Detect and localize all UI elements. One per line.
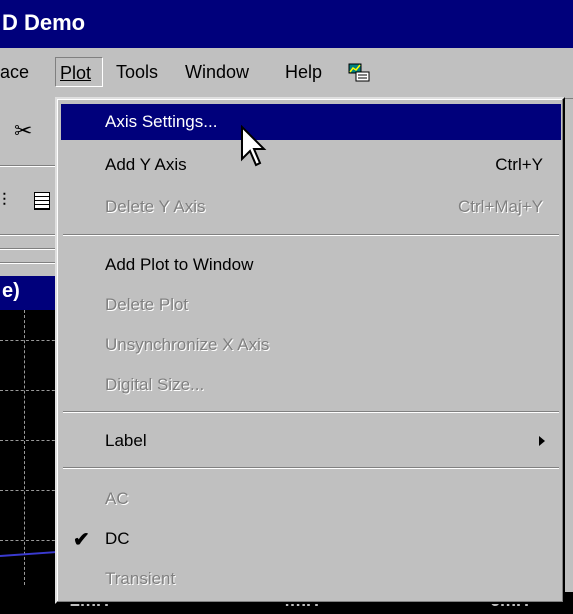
menu-bar: ace Plot Tools Window Help <box>0 48 573 99</box>
menu-item-workspace-partial[interactable]: ace <box>0 62 29 83</box>
menu-item-add-y-axis[interactable]: Add Y Axis Ctrl+Y <box>61 147 561 183</box>
plot-grid-line <box>0 540 60 541</box>
menu-item-label: DC <box>105 529 130 548</box>
menu-item-label: Delete Plot <box>105 295 189 314</box>
menu-item-shortcut: Ctrl+Y <box>495 155 543 174</box>
plot-toolbar-icon[interactable] <box>348 62 370 82</box>
mouse-pointer-icon <box>241 125 267 167</box>
menu-item-help[interactable]: Help <box>285 62 322 83</box>
menu-separator <box>63 234 559 236</box>
plot-grid-line <box>0 440 60 441</box>
submenu-arrow-icon <box>539 436 545 446</box>
menu-item-label: Digital Size... <box>105 375 205 394</box>
menu-item-delete-y-axis[interactable]: Delete Y Axis Ctrl+Maj+Y <box>61 189 561 225</box>
menu-item-label: Add Y Axis <box>105 155 187 174</box>
toolbar-divider <box>0 248 60 250</box>
toolbar-divider <box>0 165 60 167</box>
scissors-icon[interactable]: ✂ <box>14 118 32 144</box>
menu-item-label-submenu[interactable]: Label <box>61 423 561 459</box>
plot-grid-line <box>24 310 25 585</box>
menu-item-dc[interactable]: ✔ DC <box>61 521 561 557</box>
app-title-bar[interactable]: D Demo <box>0 0 573 48</box>
toolbar-divider <box>0 262 60 264</box>
menu-item-unsynchronize-x-axis[interactable]: Unsynchronize X Axis <box>61 327 561 363</box>
menu-item-label: Add Plot to Window <box>105 255 254 274</box>
menu-item-label: AC <box>105 489 129 508</box>
plot-dropdown-menu: Axis Settings... Add Y Axis Ctrl+Y Delet… <box>55 97 565 604</box>
toolbar-divider <box>0 234 60 236</box>
menu-item-digital-size[interactable]: Digital Size... <box>61 367 561 403</box>
menu-item-label: Delete Y Axis <box>105 197 206 216</box>
menu-item-label: Unsynchronize X Axis <box>105 335 270 354</box>
menu-item-plot[interactable]: Plot <box>55 57 103 87</box>
menu-item-label: Axis Settings... <box>105 112 218 131</box>
menu-item-plot-label: Plot <box>60 63 92 83</box>
menu-item-add-plot-to-window[interactable]: Add Plot to Window <box>61 247 561 283</box>
toolbar-list-icon[interactable] <box>34 192 50 210</box>
menu-item-shortcut: Ctrl+Maj+Y <box>457 197 543 216</box>
menu-item-label: Transient <box>105 569 176 588</box>
window-title: D Demo <box>2 10 86 35</box>
menu-item-ac[interactable]: AC <box>61 481 561 517</box>
menu-separator <box>63 467 559 469</box>
plot-area[interactable] <box>0 310 60 614</box>
plot-grid-line <box>0 390 60 391</box>
menu-item-tools[interactable]: Tools <box>116 62 158 83</box>
menu-item-transient[interactable]: Transient <box>61 561 561 597</box>
check-icon: ✔ <box>73 529 90 551</box>
plot-grid-line <box>0 490 60 491</box>
plot-grid-line <box>0 340 60 341</box>
menu-item-axis-settings[interactable]: Axis Settings... <box>61 104 561 140</box>
toolbar-glyph-icon[interactable]: ⫶ <box>2 190 7 211</box>
menu-item-delete-plot[interactable]: Delete Plot <box>61 287 561 323</box>
menu-separator <box>63 411 559 413</box>
menu-item-window[interactable]: Window <box>185 62 249 83</box>
child-window-title: e) <box>2 280 20 302</box>
menu-item-label: Label <box>105 431 147 450</box>
